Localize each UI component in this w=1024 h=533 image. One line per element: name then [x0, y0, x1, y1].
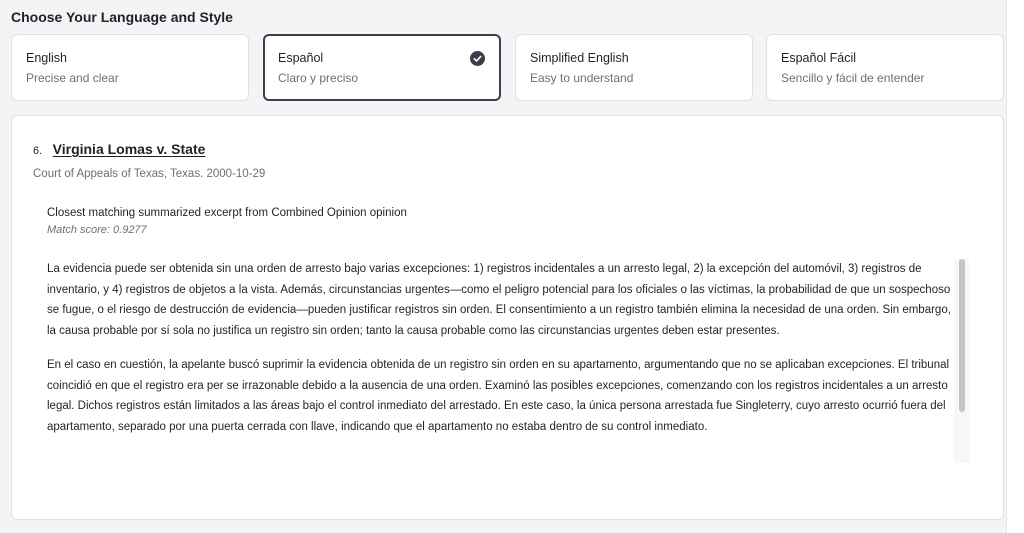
excerpt-scrollbar[interactable]: [954, 259, 969, 463]
case-court-date: Court of Appeals of Texas, Texas. 2000-1…: [33, 168, 266, 180]
case-result-card: 6. Virginia Lomas v. State Court of Appe…: [11, 115, 1004, 520]
excerpt-paragraph: La evidencia puede ser obtenida sin una …: [47, 263, 951, 337]
option-espanol-facil[interactable]: Español Fácil Sencillo y fácil de entend…: [766, 34, 1004, 101]
option-subtitle: Claro y preciso: [278, 71, 359, 85]
option-title: Simplified English: [530, 51, 629, 65]
option-subtitle: Sencillo y fácil de entender: [781, 71, 925, 85]
excerpt-heading: Closest matching summarized excerpt from…: [47, 207, 407, 219]
option-title: Español Fácil: [781, 51, 857, 65]
section-title: Choose Your Language and Style: [11, 9, 233, 25]
case-heading: 6. Virginia Lomas v. State: [33, 141, 205, 159]
check-circle-icon: [470, 51, 485, 66]
case-title-link[interactable]: Virginia Lomas v. State: [53, 141, 206, 157]
option-subtitle: Easy to understand: [530, 71, 634, 85]
match-score: Match score: 0.9277: [47, 224, 147, 236]
option-simplified-english[interactable]: Simplified English Easy to understand: [515, 34, 753, 101]
language-options: English Precise and clear Español Claro …: [11, 34, 1004, 101]
option-subtitle: Precise and clear: [26, 71, 119, 85]
excerpt-paragraph: En el caso en cuestión, la apelante busc…: [47, 359, 950, 433]
option-title: Español: [278, 51, 324, 65]
option-english[interactable]: English Precise and clear: [11, 34, 249, 101]
option-espanol[interactable]: Español Claro y preciso: [263, 34, 501, 101]
case-number: 6.: [33, 145, 43, 157]
excerpt-scroll-area[interactable]: La evidencia puede ser obtenida sin una …: [47, 259, 972, 463]
option-title: English: [26, 51, 67, 65]
scrollbar-thumb[interactable]: [959, 259, 965, 412]
language-style-page: Choose Your Language and Style English P…: [0, 0, 1024, 533]
side-panel-edge: [1006, 0, 1024, 533]
